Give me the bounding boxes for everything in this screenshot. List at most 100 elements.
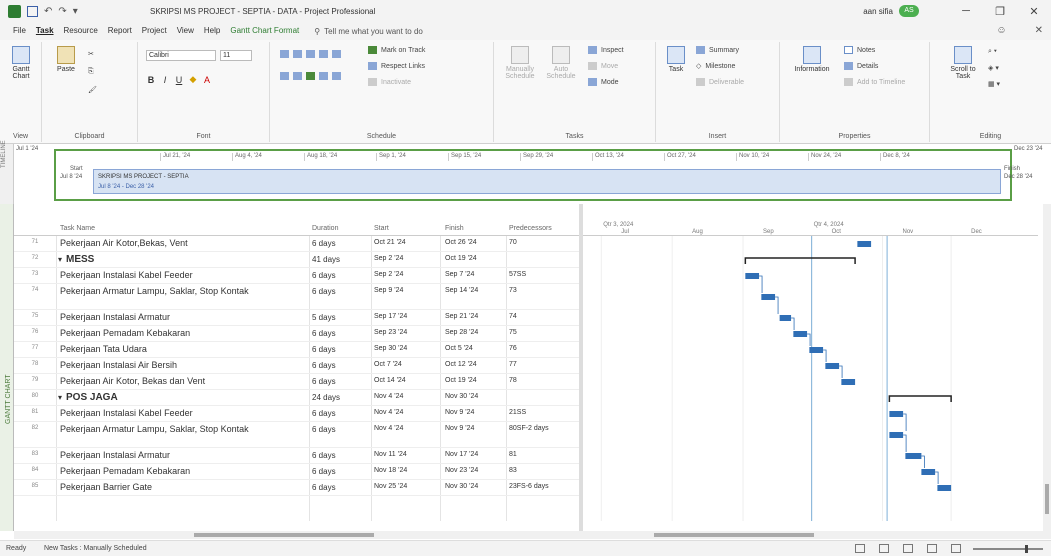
information-button[interactable]: Information [786, 46, 838, 73]
row-id[interactable]: 83 [14, 451, 56, 457]
row-id[interactable]: 74 [14, 287, 56, 293]
task-finish[interactable]: Sep 28 '24 [445, 329, 505, 336]
close-button[interactable]: ✕ [1017, 5, 1051, 18]
task-finish[interactable]: Nov 9 '24 [445, 425, 505, 432]
tab-file[interactable]: File [8, 22, 31, 40]
task-duration[interactable]: 41 days [312, 255, 368, 264]
row-id[interactable]: 78 [14, 361, 56, 367]
task-name[interactable]: Pekerjaan Instalasi Kabel Feeder [60, 408, 310, 419]
task-predecessors[interactable]: 81 [509, 451, 577, 458]
insert-task-button[interactable]: Task [664, 46, 688, 73]
report-icon[interactable] [951, 544, 961, 553]
task-start[interactable]: Nov 25 '24 [374, 483, 432, 490]
task-predecessors[interactable]: 83 [509, 467, 577, 474]
task-name[interactable]: POS JAGA [66, 392, 316, 403]
task-bar[interactable] [779, 315, 792, 321]
percent-100-icon[interactable] [332, 50, 341, 58]
percent-25-icon[interactable] [293, 50, 302, 58]
deliverable-button[interactable]: Deliverable [696, 78, 744, 86]
task-duration[interactable]: 24 days [312, 393, 368, 402]
summary-bar[interactable] [888, 395, 952, 402]
tab-report[interactable]: Report [103, 22, 137, 40]
task-duration[interactable]: 6 days [312, 361, 368, 370]
table-row[interactable]: 74 Pekerjaan Armatur Lampu, Saklar, Stop … [14, 284, 580, 310]
respect-links-button[interactable]: Respect Links [368, 62, 425, 70]
task-duration[interactable]: 6 days [312, 425, 368, 434]
task-predecessors[interactable]: 80SF-2 days [509, 425, 577, 432]
task-bar[interactable] [841, 379, 856, 385]
task-predecessors[interactable]: 57SS [509, 271, 577, 278]
task-name[interactable]: Pekerjaan Tata Udara [60, 344, 310, 355]
task-finish[interactable]: Oct 12 '24 [445, 361, 505, 368]
task-predecessors[interactable]: 23FS-6 days [509, 483, 577, 490]
cut-icon[interactable]: ✂ [88, 50, 94, 58]
task-finish[interactable]: Oct 5 '24 [445, 345, 505, 352]
percent-0-icon[interactable] [280, 50, 289, 58]
task-bar[interactable] [921, 469, 936, 475]
row-id[interactable]: 85 [14, 483, 56, 489]
gantt-view-icon[interactable] [855, 544, 865, 553]
task-duration[interactable]: 6 days [312, 239, 368, 248]
font-size-select[interactable]: 11 [220, 50, 252, 61]
task-duration[interactable]: 6 days [312, 409, 368, 418]
task-finish[interactable]: Sep 7 '24 [445, 271, 505, 278]
row-id[interactable]: 84 [14, 467, 56, 473]
row-id[interactable]: 77 [14, 345, 56, 351]
redo-icon[interactable]: ↷ [58, 6, 66, 17]
table-row[interactable]: 75 Pekerjaan Instalasi Armatur 5 days Sep 1… [14, 310, 580, 326]
link-icon[interactable] [306, 72, 315, 80]
table-scroll-thumb[interactable] [194, 533, 374, 537]
task-finish[interactable]: Sep 21 '24 [445, 313, 505, 320]
task-start[interactable]: Nov 4 '24 [374, 425, 432, 432]
task-predecessors[interactable]: 77 [509, 361, 577, 368]
task-name[interactable]: Pekerjaan Barrier Gate [60, 482, 310, 493]
restore-button[interactable]: ❐ [983, 5, 1017, 18]
task-name[interactable]: Pekerjaan Air Kotor, Bekas dan Vent [60, 376, 310, 387]
row-id[interactable]: 76 [14, 329, 56, 335]
task-bar[interactable] [793, 331, 808, 337]
new-tasks-mode[interactable]: New Tasks : Manually Scheduled [44, 545, 147, 552]
zoom-slider[interactable] [973, 545, 1043, 553]
task-finish[interactable]: Nov 30 '24 [445, 393, 505, 400]
task-usage-icon[interactable] [879, 544, 889, 553]
task-start[interactable]: Nov 18 '24 [374, 467, 432, 474]
scroll-to-task-button[interactable]: Scroll to Task [946, 46, 980, 80]
paste-button[interactable]: Paste [52, 46, 80, 73]
save-icon[interactable] [27, 5, 38, 17]
row-id[interactable]: 71 [14, 239, 56, 245]
move-button[interactable]: Move [588, 62, 618, 70]
tab-gantt-chart-format[interactable]: Gantt Chart Format [225, 22, 304, 40]
indent-icon[interactable] [293, 72, 302, 80]
notes-button[interactable]: Notes [844, 46, 875, 54]
task-duration[interactable]: 6 days [312, 271, 368, 280]
task-name[interactable]: Pekerjaan Instalasi Air Bersih [60, 360, 310, 371]
team-planner-icon[interactable] [903, 544, 913, 553]
chart-scroll-thumb[interactable] [654, 533, 814, 537]
task-bar[interactable] [857, 241, 872, 247]
timeline-view[interactable]: TIMELINE Jul 1 '24 Dec 23 '24 Jul 21, '2… [0, 140, 1051, 204]
collapse-icon[interactable]: ▾ [58, 255, 62, 264]
find-icon[interactable]: ⌕ ▾ [988, 48, 997, 56]
task-start[interactable]: Sep 2 '24 [374, 255, 432, 262]
copy-icon[interactable]: ⎘ [88, 68, 94, 76]
task-start[interactable]: Oct 14 '24 [374, 377, 432, 384]
task-start[interactable]: Sep 9 '24 [374, 287, 432, 294]
table-row[interactable]: 72 MESS ▾ 41 days Sep 2 '24 Oct 19 '24 [14, 252, 580, 268]
tab-task[interactable]: Task [31, 22, 59, 40]
task-finish[interactable]: Nov 9 '24 [445, 409, 505, 416]
bold-icon[interactable]: B [146, 75, 156, 85]
task-finish[interactable]: Oct 19 '24 [445, 255, 505, 262]
vertical-scroll-thumb[interactable] [1045, 484, 1049, 514]
task-name[interactable]: Pekerjaan Instalasi Armatur [60, 450, 310, 461]
col-task-name[interactable]: Task Name [60, 225, 95, 232]
table-row[interactable]: 84 Pekerjaan Pemadam Kebakaran 6 days Nov 1… [14, 464, 580, 480]
task-bar[interactable] [809, 347, 824, 353]
task-bar[interactable] [889, 411, 904, 417]
task-name[interactable]: MESS [66, 254, 316, 265]
task-start[interactable]: Sep 17 '24 [374, 313, 432, 320]
task-name[interactable]: Pekerjaan Armatur Lampu, Saklar, Stop Ko… [60, 424, 310, 435]
mode-button[interactable]: Mode [588, 78, 619, 86]
task-start[interactable]: Sep 2 '24 [374, 271, 432, 278]
ribbon-close-icon[interactable]: ✕ [1035, 22, 1043, 40]
table-row[interactable]: 80 POS JAGA ▾ 24 days Nov 4 '24 Nov 30 '24 [14, 390, 580, 406]
